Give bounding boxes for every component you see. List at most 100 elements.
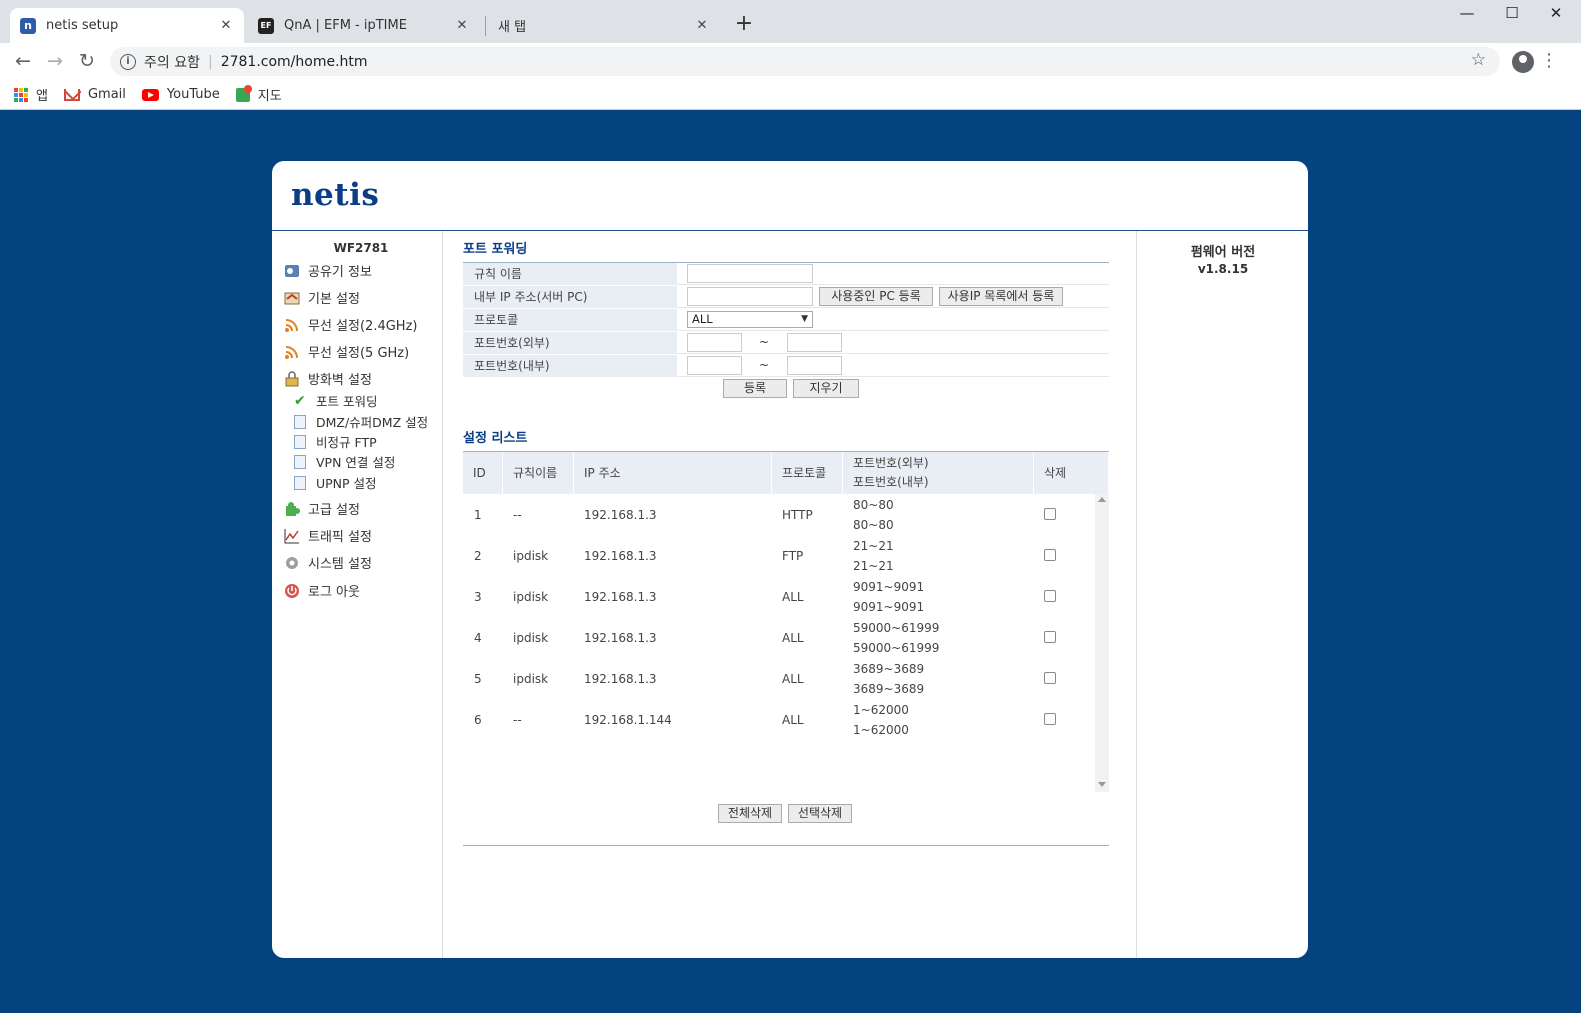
forward-arrow-icon[interactable]: → [42,49,68,75]
submit-button[interactable]: 등록 [723,379,787,398]
dropdown-arrow-icon: ▼ [801,314,808,324]
delete-checkbox[interactable] [1044,631,1056,643]
rule-name-input[interactable] [687,264,813,283]
clear-button[interactable]: 지우기 [793,379,859,398]
table-row: 4 ipdisk 192.168.1.3 ALL 59000~61999 590… [463,617,1095,658]
tab-netis-setup[interactable]: n netis setup ✕ [10,8,244,43]
cell-rule-name: -- [513,712,522,727]
firmware-title: 펌웨어 버전 [1190,245,1256,260]
scroll-up-arrow-icon[interactable] [1098,497,1106,502]
close-tab-icon[interactable]: ✕ [218,18,234,33]
menu-traffic-settings[interactable]: 트래픽 설정 [284,526,372,545]
tab-qna-efm[interactable]: EF QnA | EFM - ipTIME ✕ [248,8,480,43]
url-text[interactable]: 2781.com/home.htm [221,54,368,70]
menu-logout[interactable]: 로그 아웃 [284,581,360,600]
internal-port-end-input[interactable] [787,356,842,375]
cell-port-internal: 9091~9091 [853,599,925,614]
puzzle-icon [284,501,300,517]
back-arrow-icon[interactable]: ← [10,49,36,75]
cell-ip: 192.168.1.144 [584,712,672,727]
reload-icon[interactable]: ↻ [74,49,100,75]
delete-all-button[interactable]: 전체삭제 [718,804,782,823]
menu-advanced-settings[interactable]: 고급 설정 [284,499,360,518]
cell-ports: 21~21 21~21 [853,535,894,576]
close-tab-icon[interactable]: ✕ [694,18,710,33]
table-row: 2 ipdisk 192.168.1.3 FTP 21~21 21~21 [463,535,1095,576]
port-forwarding-title: 포트 포워딩 [463,242,528,257]
menu-router-info[interactable]: 공유기 정보 [284,261,372,280]
delete-checkbox[interactable] [1044,508,1056,520]
address-divider: | [207,53,213,70]
new-tab-button[interactable]: + [732,13,756,37]
delete-checkbox[interactable] [1044,672,1056,684]
internal-port-start-input[interactable] [687,356,742,375]
delete-selected-button[interactable]: 선택삭제 [788,804,852,823]
cell-port-internal: 1~62000 [853,722,909,737]
cell-rule-name: ipdisk [513,630,549,645]
browser-menu-icon[interactable]: ⋮ [1540,49,1558,75]
youtube-icon [141,88,159,101]
bookmark-label: 앱 [36,89,48,104]
address-bar[interactable]: i 주의 요함 | 2781.com/home.htm ☆ [110,47,1500,76]
delete-checkbox[interactable] [1044,590,1056,602]
submenu-label: 포트 포워딩 [316,394,378,409]
submenu-dmz[interactable]: DMZ/슈퍼DMZ 설정 [294,412,428,431]
cell-id: 4 [474,630,482,645]
cell-ports: 3689~3689 3689~3689 [853,658,924,699]
header-port-internal: 포트번호(내부) [853,475,929,489]
cell-protocol: ALL [782,712,804,727]
external-port-start-input[interactable] [687,333,742,352]
protocol-select[interactable]: ALL ▼ [687,311,813,328]
bookmark-maps[interactable]: 지도 [235,85,282,104]
bookmark-star-icon[interactable]: ☆ [1471,50,1486,70]
close-window-button[interactable]: ✕ [1533,4,1579,28]
internal-ip-label: 내부 IP 주소(서버 PC) [463,286,677,308]
cell-port-external: 3689~3689 [853,661,925,676]
menu-label: 시스템 설정 [308,557,372,572]
header-port-external: 포트번호(외부) [853,456,929,470]
menu-firewall-settings[interactable]: 방화벽 설정 [284,369,372,388]
cell-rule-name: ipdisk [513,548,549,563]
menu-wireless-24ghz[interactable]: 무선 설정(2.4GHz) [284,315,417,334]
internal-ip-input[interactable] [687,287,813,306]
firmware-version: v1.8.15 [1197,262,1249,276]
tab-new-tab[interactable]: 새 탭 ✕ [486,8,720,43]
menu-system-settings[interactable]: 시스템 설정 [284,553,372,572]
register-current-pc-button[interactable]: 사용중인 PC 등록 [819,287,933,306]
menu-basic-settings[interactable]: 기본 설정 [284,288,360,307]
menu-wireless-5ghz[interactable]: 무선 설정(5 GHz) [284,342,409,361]
security-warning[interactable]: 주의 요함 [144,52,200,72]
cell-port-external: 21~21 [853,538,894,553]
external-port-label: 포트번호(외부) [463,332,677,354]
menu-label: 기본 설정 [308,292,360,307]
cell-id: 1 [474,507,482,522]
close-tab-icon[interactable]: ✕ [454,18,470,33]
submenu-irregular-ftp[interactable]: 비정규 FTP [294,432,377,451]
wireless-icon [284,344,300,360]
router-page-background: netis WF2781 공유기 정보 기본 설정 무선 설정(2.4GHz) … [0,110,1581,1013]
protocol-row: 프로토콜 ALL ▼ [463,309,1109,331]
submenu-upnp[interactable]: UPNP 설정 [294,473,377,492]
bookmark-youtube[interactable]: YouTube [141,87,220,102]
protocol-selected-value: ALL [692,312,713,326]
cell-id: 6 [474,712,482,727]
bookmark-gmail[interactable]: Gmail [63,87,126,102]
delete-checkbox[interactable] [1044,549,1056,561]
maximize-button[interactable]: ☐ [1489,4,1535,28]
cell-ip: 192.168.1.3 [584,671,657,686]
cell-port-external: 59000~61999 [853,620,940,635]
submenu-port-forwarding[interactable]: ✔ 포트 포워딩 [294,391,377,410]
profile-avatar-icon[interactable] [1512,51,1534,73]
register-from-ip-list-button[interactable]: 사용IP 목록에서 등록 [939,287,1063,306]
minimize-button[interactable]: — [1444,4,1490,28]
bookmark-apps[interactable]: 앱 [14,85,48,104]
list-scrollbar[interactable] [1095,494,1109,792]
info-icon[interactable]: i [120,53,136,70]
delete-checkbox[interactable] [1044,713,1056,725]
submenu-vpn[interactable]: VPN 연결 설정 [294,452,395,471]
gear-icon [284,555,300,571]
cell-ports: 1~62000 1~62000 [853,699,909,740]
rule-name-row: 규칙 이름 [463,263,1109,285]
scroll-down-arrow-icon[interactable] [1098,782,1106,787]
external-port-end-input[interactable] [787,333,842,352]
